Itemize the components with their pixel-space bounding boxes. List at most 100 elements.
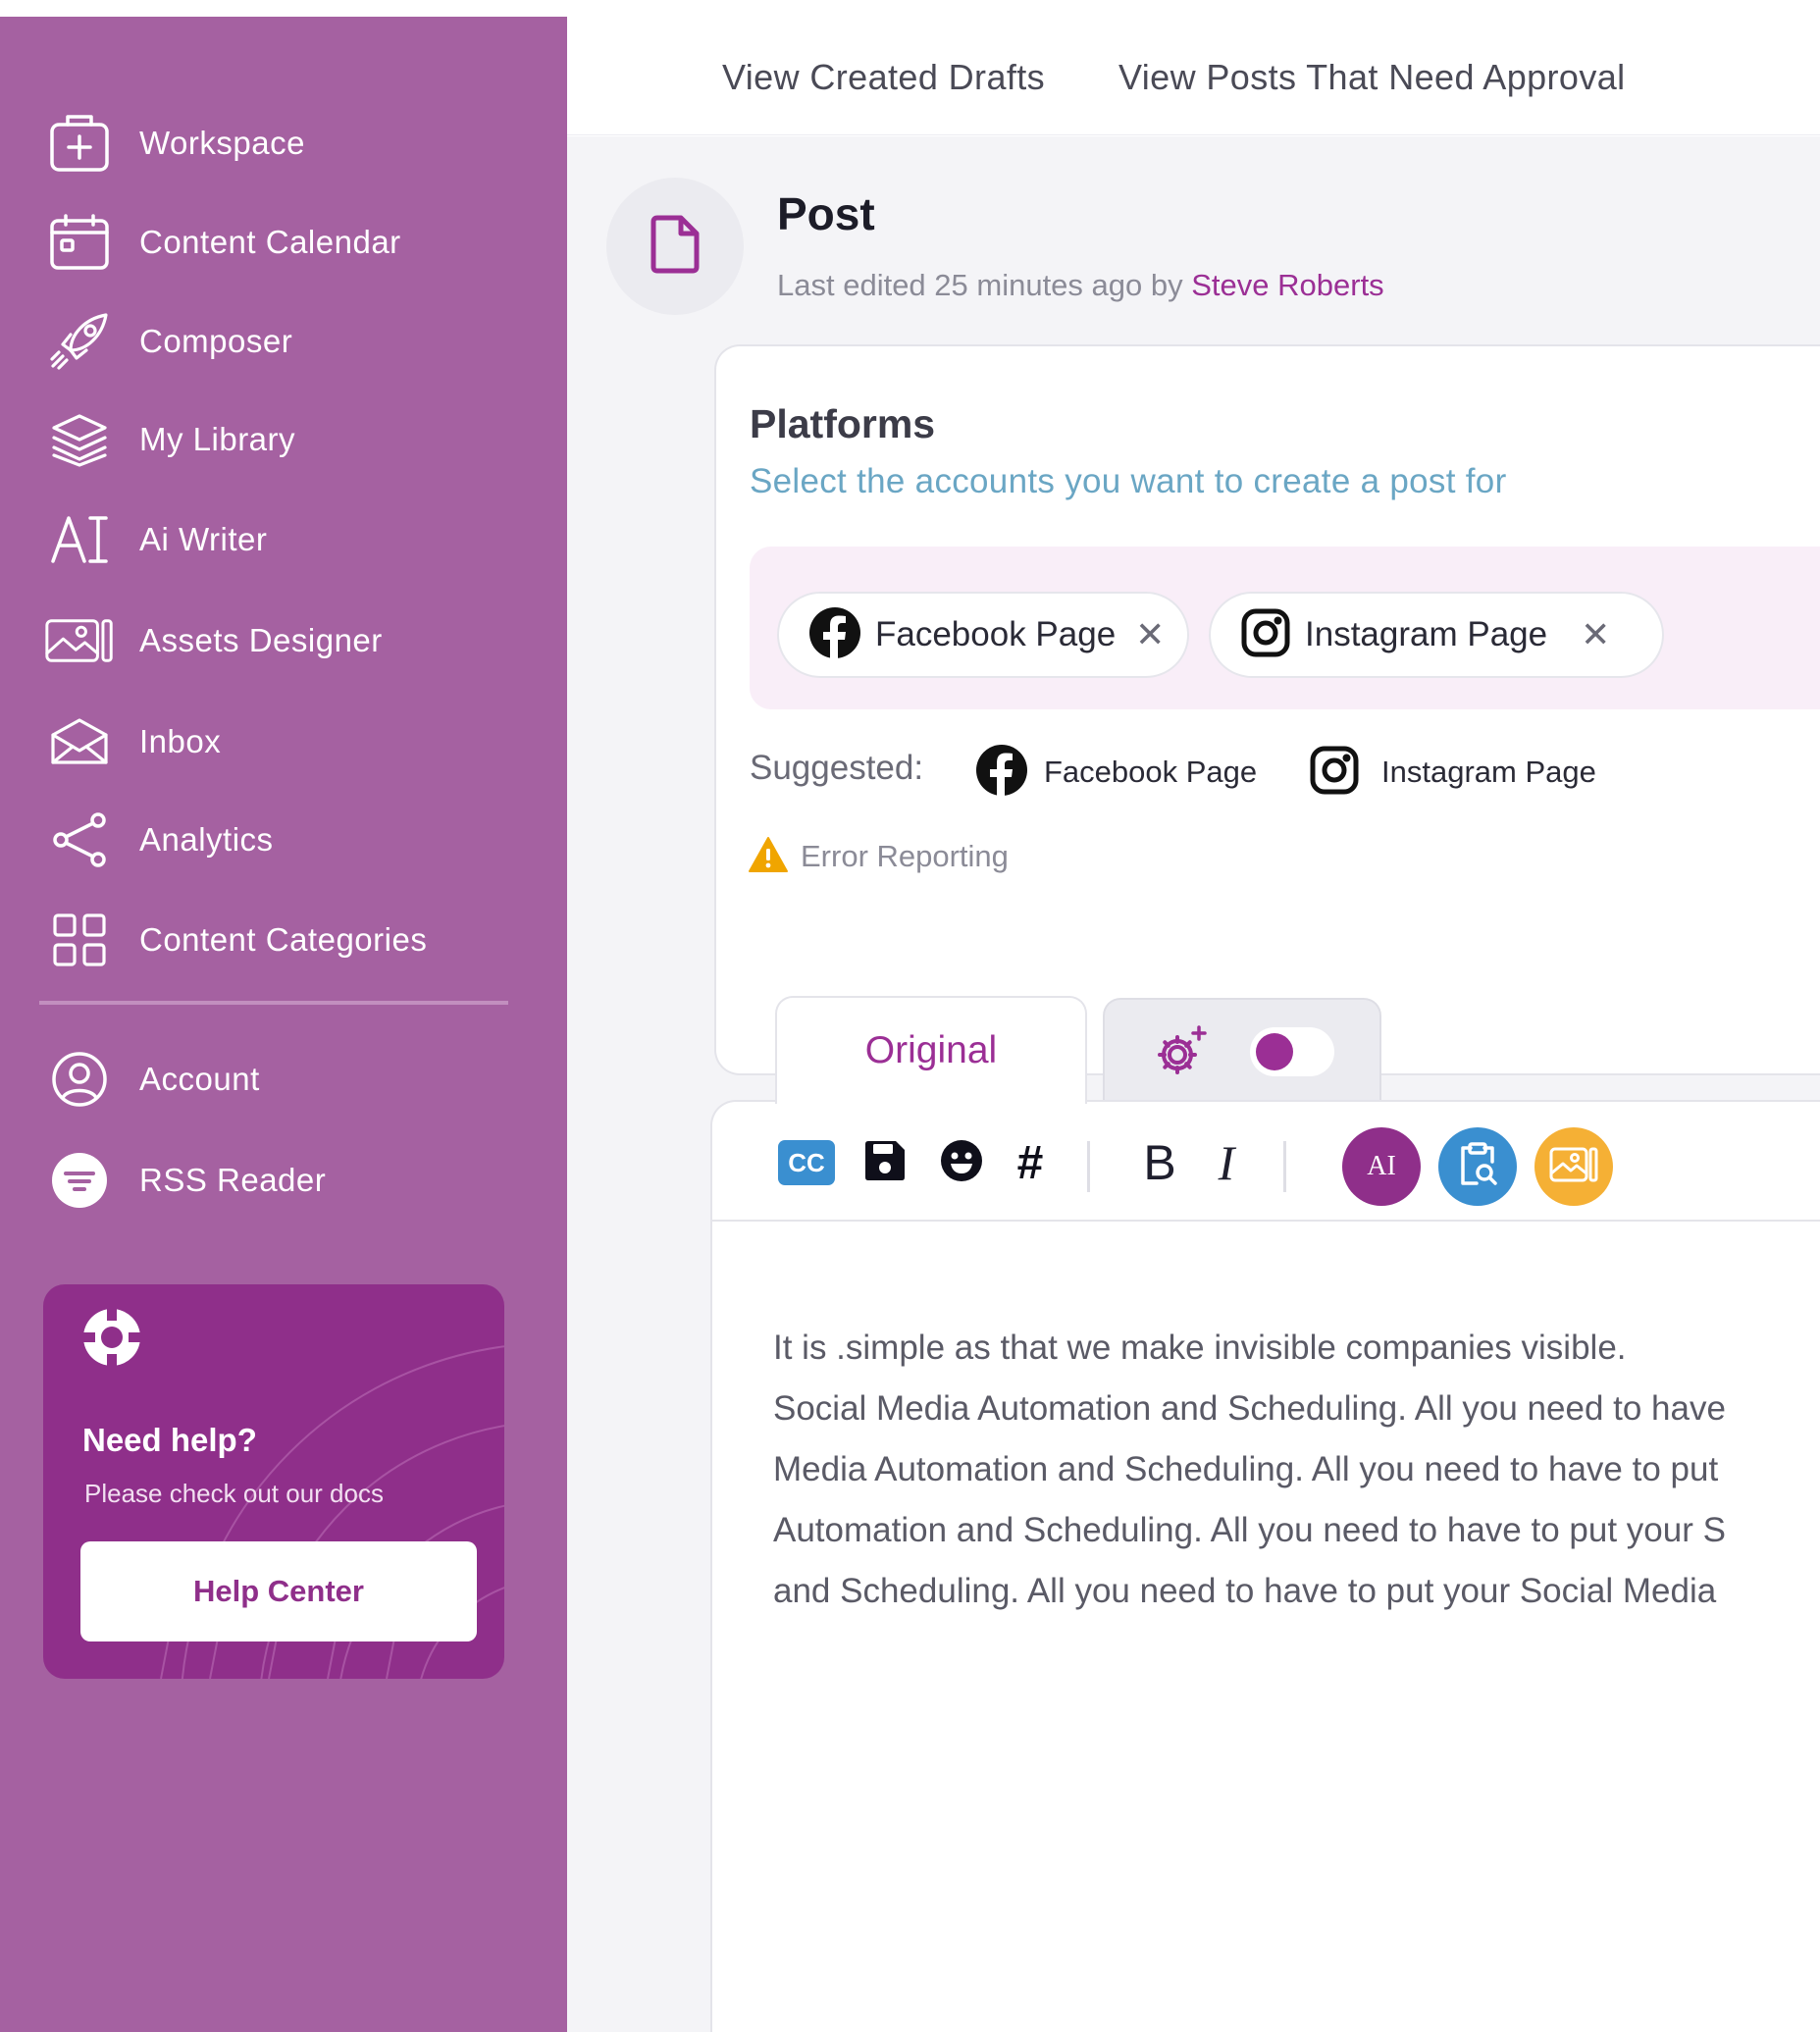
post-body-line: Media Automation and Scheduling. All you… xyxy=(773,1450,1719,1488)
tab-ai-settings[interactable] xyxy=(1103,998,1381,1100)
platforms-subtitle: Select the accounts you want to create a… xyxy=(750,462,1507,500)
platforms-title: Platforms xyxy=(750,401,936,446)
suggested-label-text: Facebook Page xyxy=(1044,755,1258,789)
page-title: Post xyxy=(777,188,875,239)
remove-facebook-page-icon[interactable]: ✕ xyxy=(1135,614,1165,655)
sidebar-item-label: My Library xyxy=(139,421,296,457)
cc-icon: CC xyxy=(778,1140,835,1185)
sidebar-item-label: Analytics xyxy=(139,821,274,858)
toolbar-separator xyxy=(1283,1141,1286,1192)
post-editor: CC # B I AI It is .simple as that we mak… xyxy=(710,1100,1820,2032)
main-content: Post Last edited 25 minutes ago by Steve… xyxy=(567,136,1820,2032)
sidebar-item-composer[interactable]: Composer xyxy=(45,307,292,376)
ai-text-icon xyxy=(45,505,114,574)
sidebar-divider xyxy=(39,1001,508,1005)
selected-chip-facebook-page[interactable]: Facebook Page ✕ xyxy=(777,592,1189,678)
share-nodes-icon xyxy=(45,806,114,874)
last-edited-text: Last edited 25 minutes ago by xyxy=(777,268,1183,302)
post-body-line: and Scheduling. All you need to have to … xyxy=(773,1572,1717,1610)
ai-assist-button[interactable]: AI xyxy=(1342,1127,1421,1206)
emoji-icon xyxy=(939,1138,984,1188)
sidebar-item-account[interactable]: Account xyxy=(45,1045,260,1114)
help-title: Need help? xyxy=(82,1422,257,1458)
sidebar-item-label: Inbox xyxy=(139,723,222,759)
facebook-icon xyxy=(808,606,861,664)
rocket-icon xyxy=(45,307,114,376)
selected-chip-instagram-page[interactable]: Instagram Page ✕ xyxy=(1209,592,1664,678)
instagram-icon xyxy=(1309,745,1360,801)
sidebar-item-label: Content Calendar xyxy=(139,224,401,260)
help-subtitle: Please check out our docs xyxy=(84,1479,384,1508)
instagram-icon xyxy=(1240,607,1291,663)
ai-toggle-knob xyxy=(1256,1033,1293,1070)
italic-button[interactable]: I xyxy=(1195,1131,1258,1194)
document-icon xyxy=(648,214,702,280)
lifebuoy-icon xyxy=(80,1306,143,1369)
suggested-facebook-page[interactable]: Facebook Page xyxy=(975,743,1257,802)
help-center-button[interactable]: Help Center xyxy=(80,1541,477,1641)
chip-label: Facebook Page xyxy=(875,615,1117,653)
user-circle-icon xyxy=(45,1045,114,1114)
layers-icon xyxy=(45,405,114,474)
post-avatar xyxy=(606,178,744,315)
sidebar-item-content-calendar[interactable]: Content Calendar xyxy=(45,208,401,277)
calendar-icon xyxy=(45,208,114,277)
editor-toolbar: CC # B I AI xyxy=(712,1102,1820,1222)
topbar: View Created Drafts View Posts That Need… xyxy=(567,0,1820,135)
workspace-plus-icon xyxy=(45,109,114,178)
facebook-icon xyxy=(975,744,1028,802)
sidebar: Workspace Content Calendar Composer My L… xyxy=(0,17,567,2032)
ai-gear-sparkle-icon xyxy=(1154,1025,1209,1083)
sidebar-item-label: Composer xyxy=(139,323,293,359)
sidebar-item-analytics[interactable]: Analytics xyxy=(45,806,274,874)
sidebar-item-label: Ai Writer xyxy=(139,521,268,557)
image-designer-button[interactable] xyxy=(1534,1127,1613,1206)
tab-original[interactable]: Original xyxy=(775,996,1087,1104)
suggested-instagram-page[interactable]: Instagram Page xyxy=(1309,743,1596,802)
clipboard-search-icon xyxy=(1457,1141,1498,1192)
sidebar-item-ai-writer[interactable]: Ai Writer xyxy=(45,505,267,574)
ai-toggle[interactable] xyxy=(1250,1027,1334,1076)
toolbar-separator xyxy=(1087,1141,1090,1192)
sidebar-item-inbox[interactable]: Inbox xyxy=(45,707,221,776)
post-body-line: It is .simple as that we make invisible … xyxy=(773,1329,1627,1367)
error-reporting-label: Error Reporting xyxy=(801,839,1009,873)
post-body-textarea[interactable]: It is .simple as that we make invisible … xyxy=(773,1318,1813,1622)
post-meta: Last edited 25 minutes ago by Steve Robe… xyxy=(777,268,1384,303)
post-body-line: Automation and Scheduling. All you need … xyxy=(773,1511,1726,1549)
sidebar-item-label: Account xyxy=(139,1061,260,1097)
author-link[interactable]: Steve Roberts xyxy=(1191,268,1383,302)
floppy-disk-icon xyxy=(862,1138,908,1188)
sidebar-item-workspace[interactable]: Workspace xyxy=(45,109,305,178)
warning-icon xyxy=(748,836,789,878)
post-body-line: Social Media Automation and Scheduling. … xyxy=(773,1389,1726,1428)
selected-accounts-area: Facebook Page ✕ Instagram Page ✕ xyxy=(750,547,1820,709)
sidebar-item-my-library[interactable]: My Library xyxy=(45,405,295,474)
view-created-drafts-link[interactable]: View Created Drafts xyxy=(722,57,1045,98)
sidebar-item-assets-designer[interactable]: Assets Designer xyxy=(45,606,383,675)
chip-label: Instagram Page xyxy=(1305,615,1548,653)
sidebar-item-label: Content Categories xyxy=(139,921,428,958)
help-card: Need help? Please check out our docs Hel… xyxy=(43,1284,504,1679)
sidebar-item-rss-reader[interactable]: RSS Reader xyxy=(45,1146,326,1215)
platforms-card: Platforms Select the accounts you want t… xyxy=(714,344,1820,1075)
view-posts-need-approval-link[interactable]: View Posts That Need Approval xyxy=(1118,57,1626,98)
sidebar-item-label: Assets Designer xyxy=(139,622,383,658)
image-designer-icon xyxy=(45,606,114,675)
suggested-label-text: Instagram Page xyxy=(1381,755,1596,789)
envelope-icon xyxy=(45,707,114,776)
remove-instagram-page-icon[interactable]: ✕ xyxy=(1581,614,1610,655)
rss-filter-icon xyxy=(45,1146,114,1215)
error-reporting-link[interactable]: Error Reporting xyxy=(748,835,1009,878)
captions-button[interactable]: CC xyxy=(775,1131,838,1194)
suggested-label: Suggested: xyxy=(750,749,924,787)
sidebar-item-content-categories[interactable]: Content Categories xyxy=(45,906,427,974)
bold-button[interactable]: B xyxy=(1128,1131,1191,1194)
hashtag-button[interactable]: # xyxy=(999,1131,1062,1194)
grid-icon xyxy=(45,906,114,974)
image-designer-icon xyxy=(1549,1146,1598,1188)
save-button[interactable] xyxy=(854,1131,916,1194)
emoji-button[interactable] xyxy=(930,1131,993,1194)
clipboard-search-button[interactable] xyxy=(1438,1127,1517,1206)
sidebar-item-label: RSS Reader xyxy=(139,1162,327,1198)
